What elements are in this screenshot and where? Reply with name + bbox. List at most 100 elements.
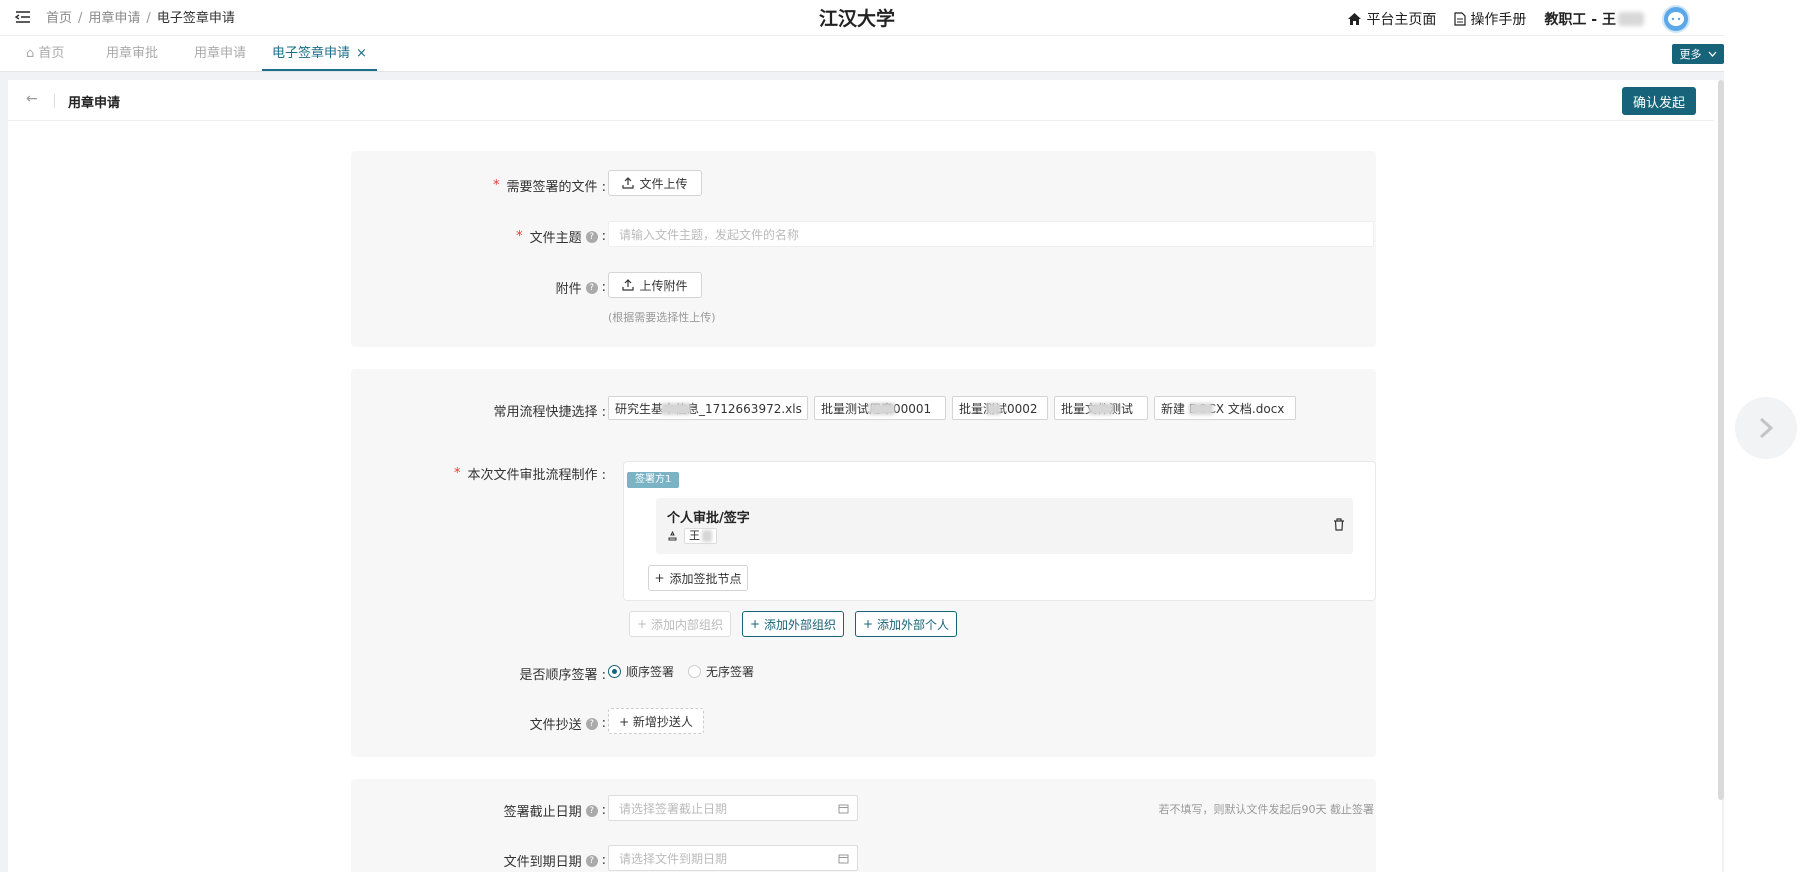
chevron-down-icon: [1708, 51, 1716, 57]
plus-icon: +: [749, 617, 761, 631]
flow-label: * 本次文件审批流程制作 :: [454, 464, 606, 483]
more-button[interactable]: 更多: [1672, 44, 1724, 64]
add-cc-button[interactable]: + 新增抄送人: [608, 708, 704, 734]
node-user-name: 王: [689, 529, 700, 542]
add-node-button[interactable]: + 添加签批节点: [648, 565, 748, 591]
plus-icon: +: [862, 617, 874, 631]
app-window: 首页 / 用章申请 / 电子签章申请 江汉大学 平台主页面 操作手册 教职工 - 王 ⌂: [0, 0, 1724, 872]
redaction-blur: [869, 403, 895, 415]
quick-flow-chip[interactable]: 批量测试用章00001: [814, 396, 946, 420]
help-icon[interactable]: ?: [585, 281, 598, 294]
subject-label: * 文件主题 ?:: [516, 229, 606, 246]
tab-seal-application[interactable]: 用章申请: [184, 36, 256, 71]
manual-link[interactable]: 操作手册: [1454, 9, 1526, 29]
page-title: 用章申请: [68, 96, 121, 111]
flow-editor: 签署方1 个人审批/签字 王 + 添加签批节点: [623, 461, 1376, 601]
file-upload-button[interactable]: 文件上传: [608, 170, 702, 196]
attachment-upload-button[interactable]: 上传附件: [608, 272, 702, 298]
deadline-hint: 若不填写，则默认文件发起后90天 截止签署: [1158, 803, 1375, 816]
tab-label: 用章申请: [194, 46, 247, 61]
stamp-icon: [668, 530, 677, 540]
close-icon[interactable]: ×: [356, 46, 367, 61]
avatar[interactable]: [1662, 5, 1690, 33]
add-external-org-label: 添加外部组织: [764, 617, 837, 632]
top-header: 首页 / 用章申请 / 电子签章申请 江汉大学 平台主页面 操作手册 教职工 - 王: [0, 0, 1724, 36]
platform-home-link[interactable]: 平台主页面: [1347, 9, 1436, 29]
quick-flow-chip[interactable]: 批量文件测试: [1054, 396, 1148, 420]
flow-section: 常用流程快捷选择 : 研究生基本信息_1712663972.xls 批量测试用章…: [351, 369, 1376, 757]
add-internal-label: 添加内部组织: [651, 617, 724, 632]
back-arrow-icon[interactable]: ←: [26, 91, 38, 107]
file-label: * 需要签署的文件 :: [493, 176, 606, 195]
radio-unordered[interactable]: 无序签署: [688, 663, 754, 680]
party-tag: 签署方1: [627, 472, 680, 488]
help-icon[interactable]: ?: [585, 230, 598, 243]
next-arrow-button[interactable]: [1735, 397, 1797, 459]
user-menu[interactable]: 教职工 - 王: [1544, 9, 1644, 29]
chevron-right-icon: [1759, 417, 1774, 439]
add-external-person-button[interactable]: + 添加外部个人: [855, 611, 957, 637]
radio-label: 顺序签署: [626, 665, 675, 679]
date-section: 签署截止日期 ?: 请选择签署截止日期 若不填写，则默认文件发起后90天 截止签…: [351, 779, 1376, 872]
expire-label-text: 文件到期日期: [503, 855, 582, 870]
header-right: 平台主页面 操作手册 教职工 - 王: [1347, 5, 1690, 33]
quick-flow-chip-label: 新建 DOCX 文档.docx: [1161, 401, 1285, 416]
tab-label: 首页: [38, 46, 65, 61]
subject-placeholder: 请输入文件主题，发起文件的名称: [619, 227, 800, 242]
upload-icon: [622, 279, 635, 291]
redaction-blur: [987, 403, 1001, 415]
upload-icon: [622, 177, 635, 189]
add-external-org-button[interactable]: + 添加外部组织: [742, 611, 844, 637]
attachment-label-text: 附件: [555, 282, 582, 297]
expire-date-input[interactable]: 请选择文件到期日期: [608, 845, 858, 871]
user-tag[interactable]: 王: [684, 528, 717, 544]
expire-placeholder: 请选择文件到期日期: [619, 851, 728, 866]
avatar-icon: [1668, 12, 1684, 26]
attachment-upload-label: 上传附件: [639, 278, 688, 293]
help-icon[interactable]: ?: [585, 854, 598, 867]
tab-home[interactable]: ⌂ 首页: [16, 36, 74, 71]
tab-seal-approval[interactable]: 用章审批: [96, 36, 168, 71]
tab-e-signature[interactable]: 电子签章申请 ×: [262, 36, 377, 71]
redaction-blur: [1189, 403, 1213, 415]
manual-label: 操作手册: [1470, 12, 1527, 28]
page-header: ← 用章申请 确认发起: [8, 80, 1714, 121]
add-node-label: 添加签批节点: [669, 571, 742, 586]
breadcrumb: 首页 / 用章申请 / 电子签章申请: [46, 11, 235, 26]
add-internal-org-button: + 添加内部组织: [629, 611, 731, 637]
file-section: * 需要签署的文件 : 文件上传 * 文件主题 ?: 请输入文件主题，发起文件的名称…: [351, 151, 1376, 347]
more-label: 更多: [1679, 48, 1702, 61]
radio-dot: [688, 665, 702, 678]
file-upload-label: 文件上传: [639, 176, 688, 191]
file-label-text: 需要签署的文件 :: [506, 180, 606, 195]
plus-icon: +: [654, 571, 665, 585]
trash-icon[interactable]: [1333, 518, 1345, 531]
user-role-label: 教职工 - 王: [1544, 12, 1616, 28]
menu-toggle-icon[interactable]: [14, 8, 32, 26]
tab-label: 用章审批: [106, 46, 159, 61]
node-title: 个人审批/签字: [667, 511, 750, 526]
help-icon[interactable]: ?: [585, 717, 598, 730]
cc-label: 文件抄送 ?:: [529, 716, 606, 733]
deadline-date-input[interactable]: 请选择签署截止日期: [608, 795, 858, 821]
quick-flow-chip[interactable]: 批量测试0002: [952, 396, 1048, 420]
subject-input[interactable]: 请输入文件主题，发起文件的名称: [608, 221, 1374, 247]
confirm-submit-button[interactable]: 确认发起: [1622, 87, 1696, 115]
redaction-blur: [661, 403, 691, 415]
calendar-icon: [838, 854, 849, 864]
help-icon[interactable]: ?: [585, 804, 598, 817]
document-icon: [1454, 12, 1467, 26]
breadcrumb-level2[interactable]: 用章申请: [88, 11, 140, 26]
tab-bar: ⌂ 首页 用章审批 用章申请 电子签章申请 × 更多: [0, 36, 1724, 72]
quick-flow-chip[interactable]: 研究生基本信息_1712663972.xls: [608, 396, 808, 420]
platform-home-label: 平台主页面: [1366, 12, 1437, 28]
plus-icon: +: [636, 617, 648, 631]
home-icon: ⌂: [26, 46, 35, 61]
quick-select-label: 常用流程快捷选择 :: [493, 405, 606, 420]
scrollbar[interactable]: [1718, 80, 1724, 800]
radio-sequential[interactable]: 顺序签署: [608, 663, 674, 680]
breadcrumb-home[interactable]: 首页: [46, 11, 72, 26]
approval-node[interactable]: 个人审批/签字 王: [656, 498, 1353, 554]
quick-flow-chip[interactable]: 新建 DOCX 文档.docx: [1154, 396, 1296, 420]
radio-dot: [608, 665, 621, 678]
